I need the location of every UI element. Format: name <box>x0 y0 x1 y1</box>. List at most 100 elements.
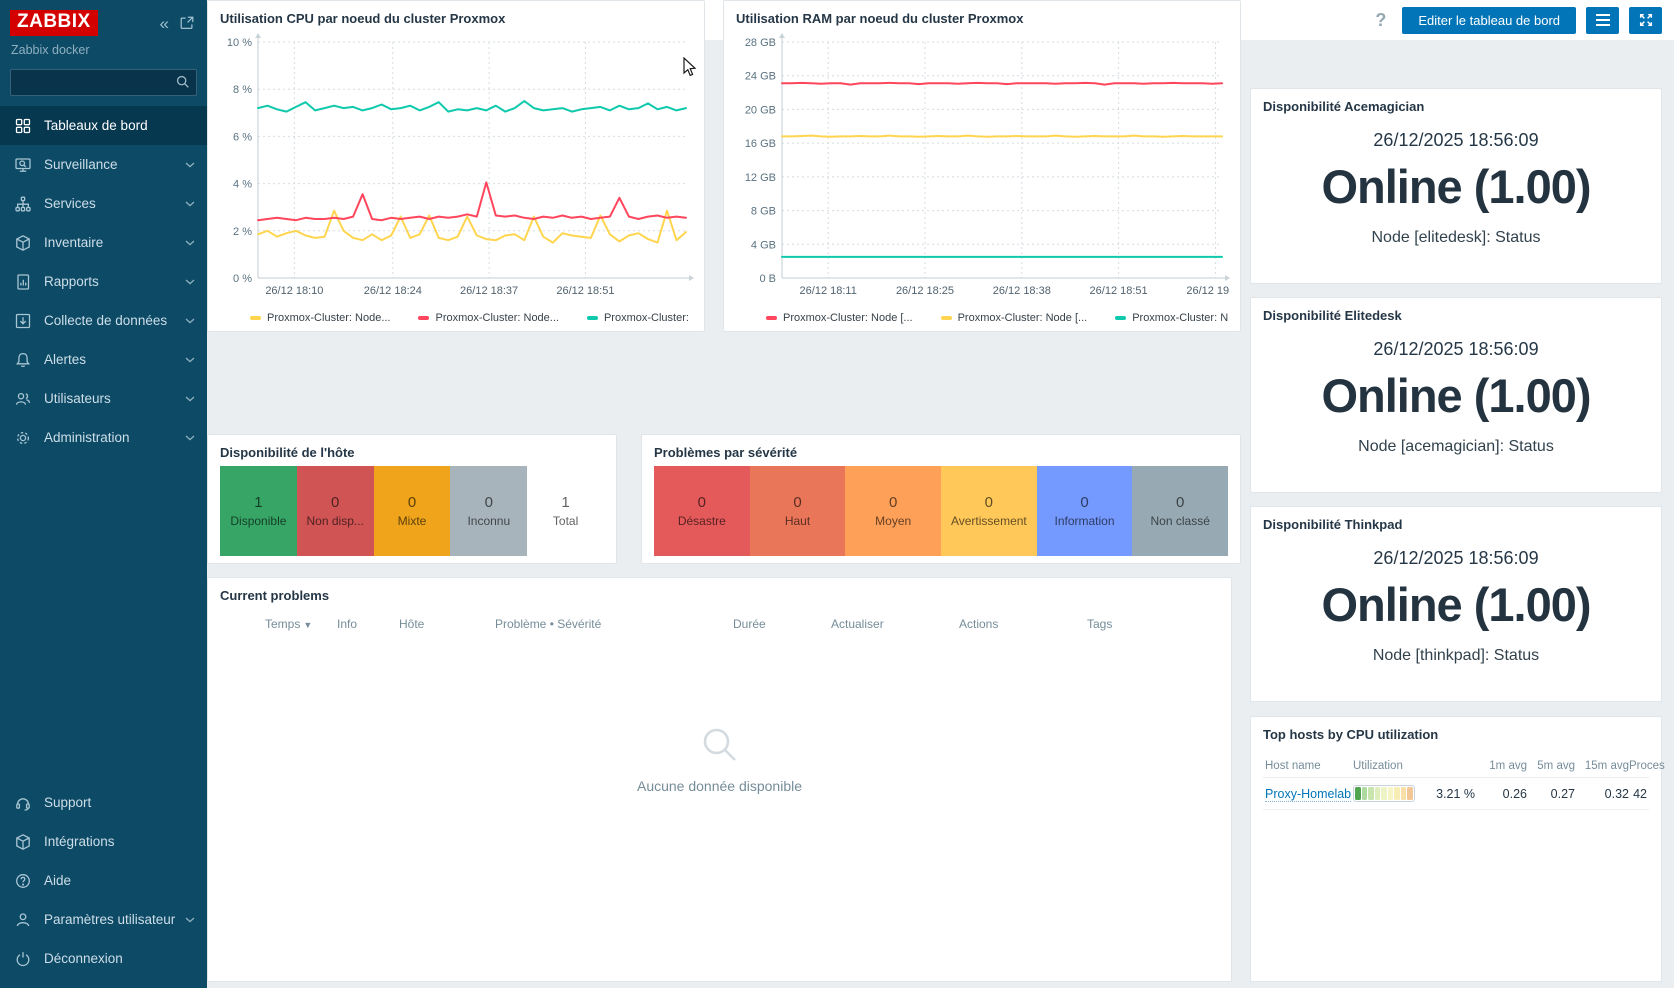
widget-title: Problèmes par sévérité <box>654 445 1228 460</box>
help-icon[interactable]: ? <box>1369 10 1392 31</box>
widget-availability-thinkpad: Disponibilité Thinkpad 26/12/2025 18:56:… <box>1250 506 1662 702</box>
column-1m-avg: 1m avg <box>1481 760 1527 772</box>
availability-cells: 1Disponible 0Non disp... 0Mixte 0Inconnu… <box>220 466 604 556</box>
sidebar-search <box>10 69 197 96</box>
svg-text:26/12 19:05: 26/12 19:05 <box>1186 285 1230 297</box>
hamburger-icon <box>1595 13 1611 27</box>
status-value: Online (1.00) <box>1263 159 1649 214</box>
legend-item[interactable]: Proxmox-Cluster: Node [... <box>1115 312 1228 324</box>
severity-cell-warning: 0Avertissement <box>941 466 1037 556</box>
host-link[interactable]: Proxy-Homelab <box>1265 787 1351 802</box>
availability-cell-available: 1Disponible <box>220 466 297 556</box>
svg-text:0 B: 0 B <box>759 273 776 285</box>
svg-text:8 %: 8 % <box>233 84 252 96</box>
chevron-down-icon <box>185 279 195 285</box>
legend-item[interactable]: Proxmox-Cluster: Node [... <box>941 312 1088 324</box>
availability-cell-unknown: 0Inconnu <box>450 466 527 556</box>
reports-icon <box>14 273 32 291</box>
column-processes: Proces <box>1629 760 1665 772</box>
services-icon <box>14 195 32 213</box>
availability-cell-total: 1Total <box>527 466 604 556</box>
gear-icon <box>14 429 32 447</box>
chevron-down-icon <box>185 435 195 441</box>
svg-text:26/12 18:37: 26/12 18:37 <box>460 285 518 297</box>
search-icon[interactable] <box>175 74 191 90</box>
column-5m-avg: 5m avg <box>1527 760 1575 772</box>
integrations-icon <box>14 833 32 851</box>
users-icon <box>14 390 32 408</box>
legend-item[interactable]: Proxmox-Cluster: Node... <box>250 312 390 324</box>
sidebar-item-user-settings[interactable]: Paramètres utilisateur <box>0 900 207 939</box>
zabbix-logo[interactable]: ZABBIX <box>10 10 98 36</box>
sidebar-item-administration[interactable]: Administration <box>0 418 207 457</box>
widget-title: Top hosts by CPU utilization <box>1263 727 1649 742</box>
table-row: Proxy-Homelab 3.21 % 0.26 0.27 0.32 42 <box>1263 778 1649 810</box>
power-icon <box>14 950 32 968</box>
svg-text:12 GB: 12 GB <box>745 172 776 184</box>
ram-line-chart[interactable]: 28 GB24 GB20 GB16 GB12 GB8 GB4 GB0 B26/1… <box>736 32 1230 300</box>
help-circle-icon <box>14 872 32 890</box>
sidebar-item-integrations[interactable]: Intégrations <box>0 822 207 861</box>
column-host-name: Host name <box>1265 760 1353 772</box>
svg-text:26/12 18:10: 26/12 18:10 <box>265 285 323 297</box>
widget-title: Utilisation CPU par noeud du cluster Pro… <box>220 11 692 26</box>
severity-cell-high: 0Haut <box>750 466 846 556</box>
widget-title: Disponibilité Thinkpad <box>1263 517 1649 532</box>
sidebar-item-help[interactable]: Aide <box>0 861 207 900</box>
headset-icon <box>14 794 32 812</box>
processes-value: 42 <box>1629 787 1647 801</box>
column-info: Info <box>337 617 399 631</box>
sidebar-item-support[interactable]: Support <box>0 783 207 822</box>
sidebar-item-dashboards[interactable]: Tableaux de bord <box>0 106 207 145</box>
severity-cell-information: 0Information <box>1037 466 1133 556</box>
sort-desc-icon: ▼ <box>303 620 312 630</box>
collapse-sidebar-icon[interactable]: « <box>160 15 169 32</box>
widget-title: Disponibilité Acemagician <box>1263 99 1649 114</box>
sidebar-item-inventory[interactable]: Inventaire <box>0 223 207 262</box>
severity-cell-not-classified: 0Non classé <box>1132 466 1228 556</box>
top-hosts-header: Host name Utilization 1m avg 5m avg 15m … <box>1263 754 1649 778</box>
svg-text:16 GB: 16 GB <box>745 138 776 150</box>
hide-sidebar-icon[interactable] <box>179 15 195 31</box>
widget-title: Current problems <box>220 588 1219 603</box>
widget-problems-by-severity: Problèmes par sévérité 0Désastre 0Haut 0… <box>641 434 1241 564</box>
sidebar-item-monitoring[interactable]: Surveillance <box>0 145 207 184</box>
utilization-bar <box>1353 785 1415 802</box>
main-menu: Tableaux de bord Surveillance Services I… <box>0 106 207 457</box>
sidebar-item-data-collection[interactable]: Collecte de données <box>0 301 207 340</box>
chevron-down-icon <box>185 201 195 207</box>
chevron-down-icon <box>185 318 195 324</box>
sidebar-item-users[interactable]: Utilisateurs <box>0 379 207 418</box>
user-icon <box>14 911 32 929</box>
column-update: Actualiser <box>831 617 959 631</box>
chevron-down-icon <box>185 357 195 363</box>
status-timestamp: 26/12/2025 18:56:09 <box>1263 130 1649 151</box>
widget-ram-chart: Utilisation RAM par noeud du cluster Pro… <box>723 0 1241 332</box>
sidebar-item-sign-out[interactable]: Déconnexion <box>0 939 207 978</box>
kiosk-mode-button[interactable] <box>1629 7 1662 34</box>
avg-1m-value: 0.26 <box>1481 787 1527 801</box>
utilization-value: 3.21 % <box>1436 787 1475 801</box>
legend-item[interactable]: Proxmox-Cluster: Node [... <box>766 312 913 324</box>
widget-cpu-chart: Utilisation CPU par noeud du cluster Pro… <box>207 0 705 332</box>
cpu-line-chart[interactable]: 10 %8 %6 %4 %2 %0 %26/12 18:1026/12 18:2… <box>220 32 694 300</box>
sidebar-item-alerts[interactable]: Alertes <box>0 340 207 379</box>
bell-icon <box>14 351 32 369</box>
legend-item[interactable]: Proxmox-Cluster: Node... <box>418 312 558 324</box>
svg-text:24 GB: 24 GB <box>745 71 776 83</box>
empty-message: Aucune donnée disponible <box>637 778 802 794</box>
status-item-name: Node [thinkpad]: Status <box>1263 647 1649 665</box>
search-input[interactable] <box>10 69 197 96</box>
sidebar-item-reports[interactable]: Rapports <box>0 262 207 301</box>
svg-text:20 GB: 20 GB <box>745 104 776 116</box>
status-item-name: Node [acemagician]: Status <box>1263 438 1649 456</box>
legend-item[interactable]: Proxmox-Cluster: Node... <box>587 312 692 324</box>
svg-text:4 %: 4 % <box>233 179 252 191</box>
column-actions: Actions <box>959 617 1087 631</box>
svg-text:10 %: 10 % <box>227 37 252 49</box>
sidebar-item-services[interactable]: Services <box>0 184 207 223</box>
column-time[interactable]: Temps▼ <box>265 617 337 631</box>
edit-dashboard-button[interactable]: Editer le tableau de bord <box>1402 7 1576 34</box>
dashboard-menu-button[interactable] <box>1586 7 1619 34</box>
widget-host-availability: Disponibilité de l'hôte 1Disponible 0Non… <box>207 434 617 564</box>
